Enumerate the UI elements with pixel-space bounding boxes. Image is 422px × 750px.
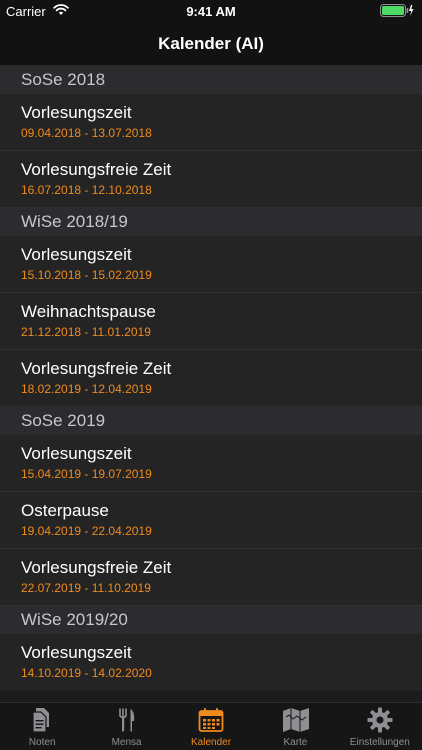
map-icon (282, 707, 310, 733)
item-label: Osterpause (21, 501, 109, 520)
item-label: Vorlesungszeit (21, 444, 132, 463)
item-dates: 16.07.2018 - 12.10.2018 (21, 183, 152, 197)
tab-einstellungen[interactable]: Einstellungen (338, 703, 422, 750)
item-dates: 22.07.2019 - 11.10.2019 (21, 581, 151, 595)
list-item[interactable]: Vorlesungsfreie Zeit 18.02.2019 - 12.04.… (0, 350, 422, 407)
item-label: Vorlesungszeit (21, 643, 132, 662)
item-dates: 21.12.2018 - 11.01.2019 (21, 325, 151, 339)
item-dates: 15.04.2019 - 19.07.2019 (21, 467, 152, 481)
tab-kalender[interactable]: Kalender (169, 703, 253, 750)
calendar-icon (198, 707, 224, 733)
list-item[interactable]: Vorlesungsfreie Zeit 16.07.2018 - 12.10.… (0, 151, 422, 208)
item-dates: 18.02.2019 - 12.04.2019 (21, 382, 152, 396)
page-title: Kalender (AI) (158, 34, 264, 53)
list-item[interactable]: Vorlesungszeit 15.04.2019 - 19.07.2019 (0, 435, 422, 492)
list-item[interactable]: Vorlesungsfreie Zeit 22.07.2019 - 11.10.… (0, 549, 422, 606)
tab-mensa[interactable]: Mensa (84, 703, 168, 750)
status-time: 9:41 AM (186, 4, 236, 19)
item-label: Vorlesungszeit (21, 245, 132, 264)
section-header: SoSe 2018 (0, 66, 422, 94)
section-header: WiSe 2019/20 (0, 606, 422, 634)
item-dates: 14.10.2019 - 14.02.2020 (21, 666, 152, 680)
item-dates: 19.04.2019 - 22.04.2019 (21, 524, 152, 538)
tab-noten[interactable]: Noten (0, 703, 84, 750)
item-label: Vorlesungszeit (21, 103, 132, 122)
tab-label: Kalender (191, 737, 232, 748)
document-icon (29, 707, 55, 733)
section-header: WiSe 2018/19 (0, 208, 422, 236)
tab-label: Karte (283, 737, 308, 748)
gear-icon (367, 707, 393, 733)
list-item[interactable]: Vorlesungszeit 15.10.2018 - 15.02.2019 (0, 236, 422, 293)
navigation-bar: Kalender (AI) (0, 22, 422, 66)
list-item[interactable]: Osterpause 19.04.2019 - 22.04.2019 (0, 492, 422, 549)
tab-bar: Noten Mensa Kalender Karte Einstellungen (0, 702, 422, 750)
battery-icon (380, 4, 414, 20)
item-dates: 15.10.2018 - 15.02.2019 (21, 268, 152, 282)
item-label: Vorlesungsfreie Zeit (21, 359, 172, 378)
tab-label: Einstellungen (349, 737, 410, 748)
status-bar: Carrier 9:41 AM (0, 0, 422, 22)
item-dates: 09.04.2018 - 13.07.2018 (21, 126, 152, 140)
fork-knife-icon (114, 707, 140, 733)
calendar-list[interactable]: SoSe 2018 Vorlesungszeit 09.04.2018 - 13… (0, 66, 422, 702)
tab-label: Noten (28, 737, 56, 748)
item-label: Vorlesungsfreie Zeit (21, 160, 172, 179)
list-item[interactable]: Vorlesungszeit 14.10.2019 - 14.02.2020 (0, 634, 422, 691)
tab-karte[interactable]: Karte (253, 703, 337, 750)
section-header: SoSe 2019 (0, 407, 422, 435)
item-label: Vorlesungsfreie Zeit (21, 558, 172, 577)
tab-label: Mensa (111, 737, 142, 748)
list-item[interactable]: Weihnachtspause 21.12.2018 - 11.01.2019 (0, 293, 422, 350)
list-item[interactable]: Vorlesungszeit 09.04.2018 - 13.07.2018 (0, 94, 422, 151)
item-label: Weihnachtspause (21, 302, 156, 321)
